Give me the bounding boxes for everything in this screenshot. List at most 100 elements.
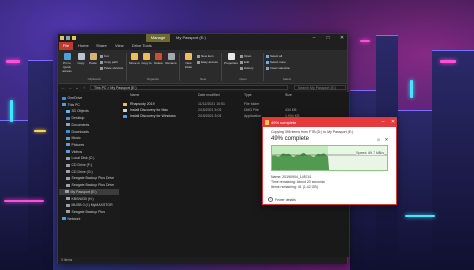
tab-home[interactable]: Home xyxy=(78,42,89,50)
copy-to-label: Copy to xyxy=(141,61,152,65)
sidebar-item-label: My Passport (E:) xyxy=(70,189,97,194)
back-arrow-icon[interactable]: ← xyxy=(60,84,66,91)
new-folder-button[interactable]: New folder xyxy=(182,53,195,69)
history-icon xyxy=(240,66,243,70)
file-name: Install Discovery for Windows xyxy=(130,114,176,118)
properties-label: Properties xyxy=(224,61,238,65)
column-type[interactable]: Type xyxy=(244,93,252,97)
copy-button[interactable]: Copy xyxy=(76,53,86,65)
open-label: Open xyxy=(244,54,252,58)
paste-button[interactable]: Paste xyxy=(88,53,98,65)
easy-access-button[interactable]: Easy access xyxy=(197,60,218,64)
history-button[interactable]: History xyxy=(240,66,253,70)
address-path[interactable]: This PC > My Passport (E:) xyxy=(90,85,288,90)
sidebar-item[interactable]: Documents xyxy=(60,122,89,128)
sidebar-item[interactable]: Seagate Backup Plus xyxy=(60,209,105,215)
sidebar-item[interactable]: Pictures xyxy=(60,142,84,148)
delete-button[interactable]: Delete xyxy=(153,53,164,65)
drive-folder-icon xyxy=(66,176,70,180)
drive-folder-icon xyxy=(66,156,70,160)
sidebar-item[interactable]: KBSN030 (H:) xyxy=(60,196,94,202)
properties-icon xyxy=(227,53,235,60)
group-clipboard: Clipboard xyxy=(87,77,101,81)
up-arrow-icon[interactable]: ↑ xyxy=(81,84,87,91)
sidebar-item-label: CD Drive (G:) xyxy=(71,169,93,174)
properties-button[interactable]: Properties xyxy=(224,53,238,65)
drive-folder-icon xyxy=(66,183,70,187)
ribbon: Pin to Quick access Copy Paste Cut Copy … xyxy=(58,50,347,84)
sidebar-item[interactable]: Music xyxy=(60,135,81,141)
dialog-minimize-button[interactable]: – xyxy=(378,118,388,127)
status-bar: 3 items xyxy=(58,257,347,264)
sidebar-item[interactable]: Local Disk (C:) xyxy=(60,155,94,161)
sidebar-item[interactable]: MUSB 0 (I:) MyMAXSTOR xyxy=(60,202,113,208)
fewer-details-toggle[interactable]: ⌃ Fewer details xyxy=(268,197,296,202)
manage-tab[interactable]: Manage xyxy=(146,34,170,42)
group-open: Open xyxy=(239,77,247,81)
cut-button[interactable]: Cut xyxy=(100,54,109,58)
properties-quick-icon[interactable] xyxy=(66,36,70,40)
chevron-up-icon: ⌃ xyxy=(268,197,273,202)
sidebar-item-label: Documents xyxy=(71,122,90,127)
select-none-button[interactable]: Select none xyxy=(266,60,286,64)
close-button[interactable]: ✕ xyxy=(335,34,349,42)
sidebar-item[interactable]: Videos xyxy=(60,149,82,155)
sidebar-item[interactable]: OneDrive xyxy=(60,95,82,101)
sidebar-item[interactable]: Network xyxy=(60,216,80,222)
open-button[interactable]: Open xyxy=(240,54,251,58)
column-date-modified[interactable]: Date modified xyxy=(198,93,220,97)
tab-drive-tools[interactable]: Drive Tools xyxy=(132,42,152,50)
time-remaining: Time remaining: About 20 seconds xyxy=(271,180,325,184)
sidebar-item[interactable]: CD Drive (G:) xyxy=(60,169,93,175)
drive-folder-icon xyxy=(66,163,70,167)
clipboard-icon xyxy=(89,53,97,60)
items-remaining: Items remaining: 41 (1.42 GB) xyxy=(271,185,318,189)
sidebar-item-label: Music xyxy=(71,136,81,141)
move-to-button[interactable]: Move to xyxy=(129,53,140,65)
cancel-button[interactable]: ✕ xyxy=(384,137,389,142)
paste-shortcut-button[interactable]: Paste shortcut xyxy=(100,66,123,70)
sidebar-item-label: This PC xyxy=(67,102,80,107)
sidebar-item-label: Network xyxy=(67,216,81,221)
pin-quick-access-button[interactable]: Pin to Quick access xyxy=(60,53,74,73)
sidebar-item[interactable]: Downloads xyxy=(60,129,89,135)
forward-arrow-icon[interactable]: → xyxy=(67,84,73,91)
sidebar-item[interactable]: CD Drive (F:) xyxy=(60,162,92,168)
sidebar-item-label: Videos xyxy=(71,149,83,154)
select-all-button[interactable]: Select all xyxy=(266,54,282,58)
sidebar-item[interactable]: Seagate Backup Plus Drive xyxy=(60,175,114,181)
select-all-label: Select all xyxy=(270,54,283,58)
minimize-button[interactable]: – xyxy=(307,34,321,42)
tab-file[interactable]: File xyxy=(59,42,73,50)
tab-view[interactable]: View xyxy=(115,42,124,50)
new-folder-quick-icon[interactable] xyxy=(72,36,76,40)
pin-label: Pin to Quick access xyxy=(62,61,72,73)
maximize-button[interactable]: □ xyxy=(321,34,335,42)
edit-button[interactable]: Edit xyxy=(240,60,249,64)
speed-graph-area xyxy=(272,152,330,170)
drive-folder-icon xyxy=(66,123,70,127)
sidebar-item[interactable]: My Passport (E:) xyxy=(59,188,119,195)
sidebar-item[interactable]: 3D Objects xyxy=(60,108,89,114)
sidebar-item[interactable]: This PC xyxy=(60,102,80,108)
copy-to-button[interactable]: Copy to xyxy=(141,53,152,65)
scissors-icon xyxy=(100,54,103,58)
pause-button[interactable]: II xyxy=(376,137,381,142)
column-name[interactable]: Name xyxy=(130,93,139,97)
search-input[interactable]: Search My Passport (E:) xyxy=(294,85,346,90)
tab-share[interactable]: Share xyxy=(96,42,107,50)
rename-button[interactable]: Rename xyxy=(165,53,177,65)
delete-label: Delete xyxy=(154,61,163,65)
invert-selection-button[interactable]: Invert selection xyxy=(266,66,290,70)
copy-path-button[interactable]: Copy path xyxy=(100,60,118,64)
copy-dialog-icon xyxy=(265,120,269,125)
sidebar-item[interactable]: Seagate Backup Plus Drive xyxy=(60,182,114,188)
chevron-down-icon[interactable]: ⌄ xyxy=(74,84,80,91)
drive-folder-icon xyxy=(66,170,70,174)
folder-icon xyxy=(60,36,64,40)
sidebar-item[interactable]: Desktop xyxy=(60,115,84,121)
dialog-close-button[interactable]: ✕ xyxy=(388,118,398,127)
column-size[interactable]: Size xyxy=(285,93,292,97)
new-item-button[interactable]: New item xyxy=(197,54,214,58)
drive-folder-icon xyxy=(62,217,66,221)
